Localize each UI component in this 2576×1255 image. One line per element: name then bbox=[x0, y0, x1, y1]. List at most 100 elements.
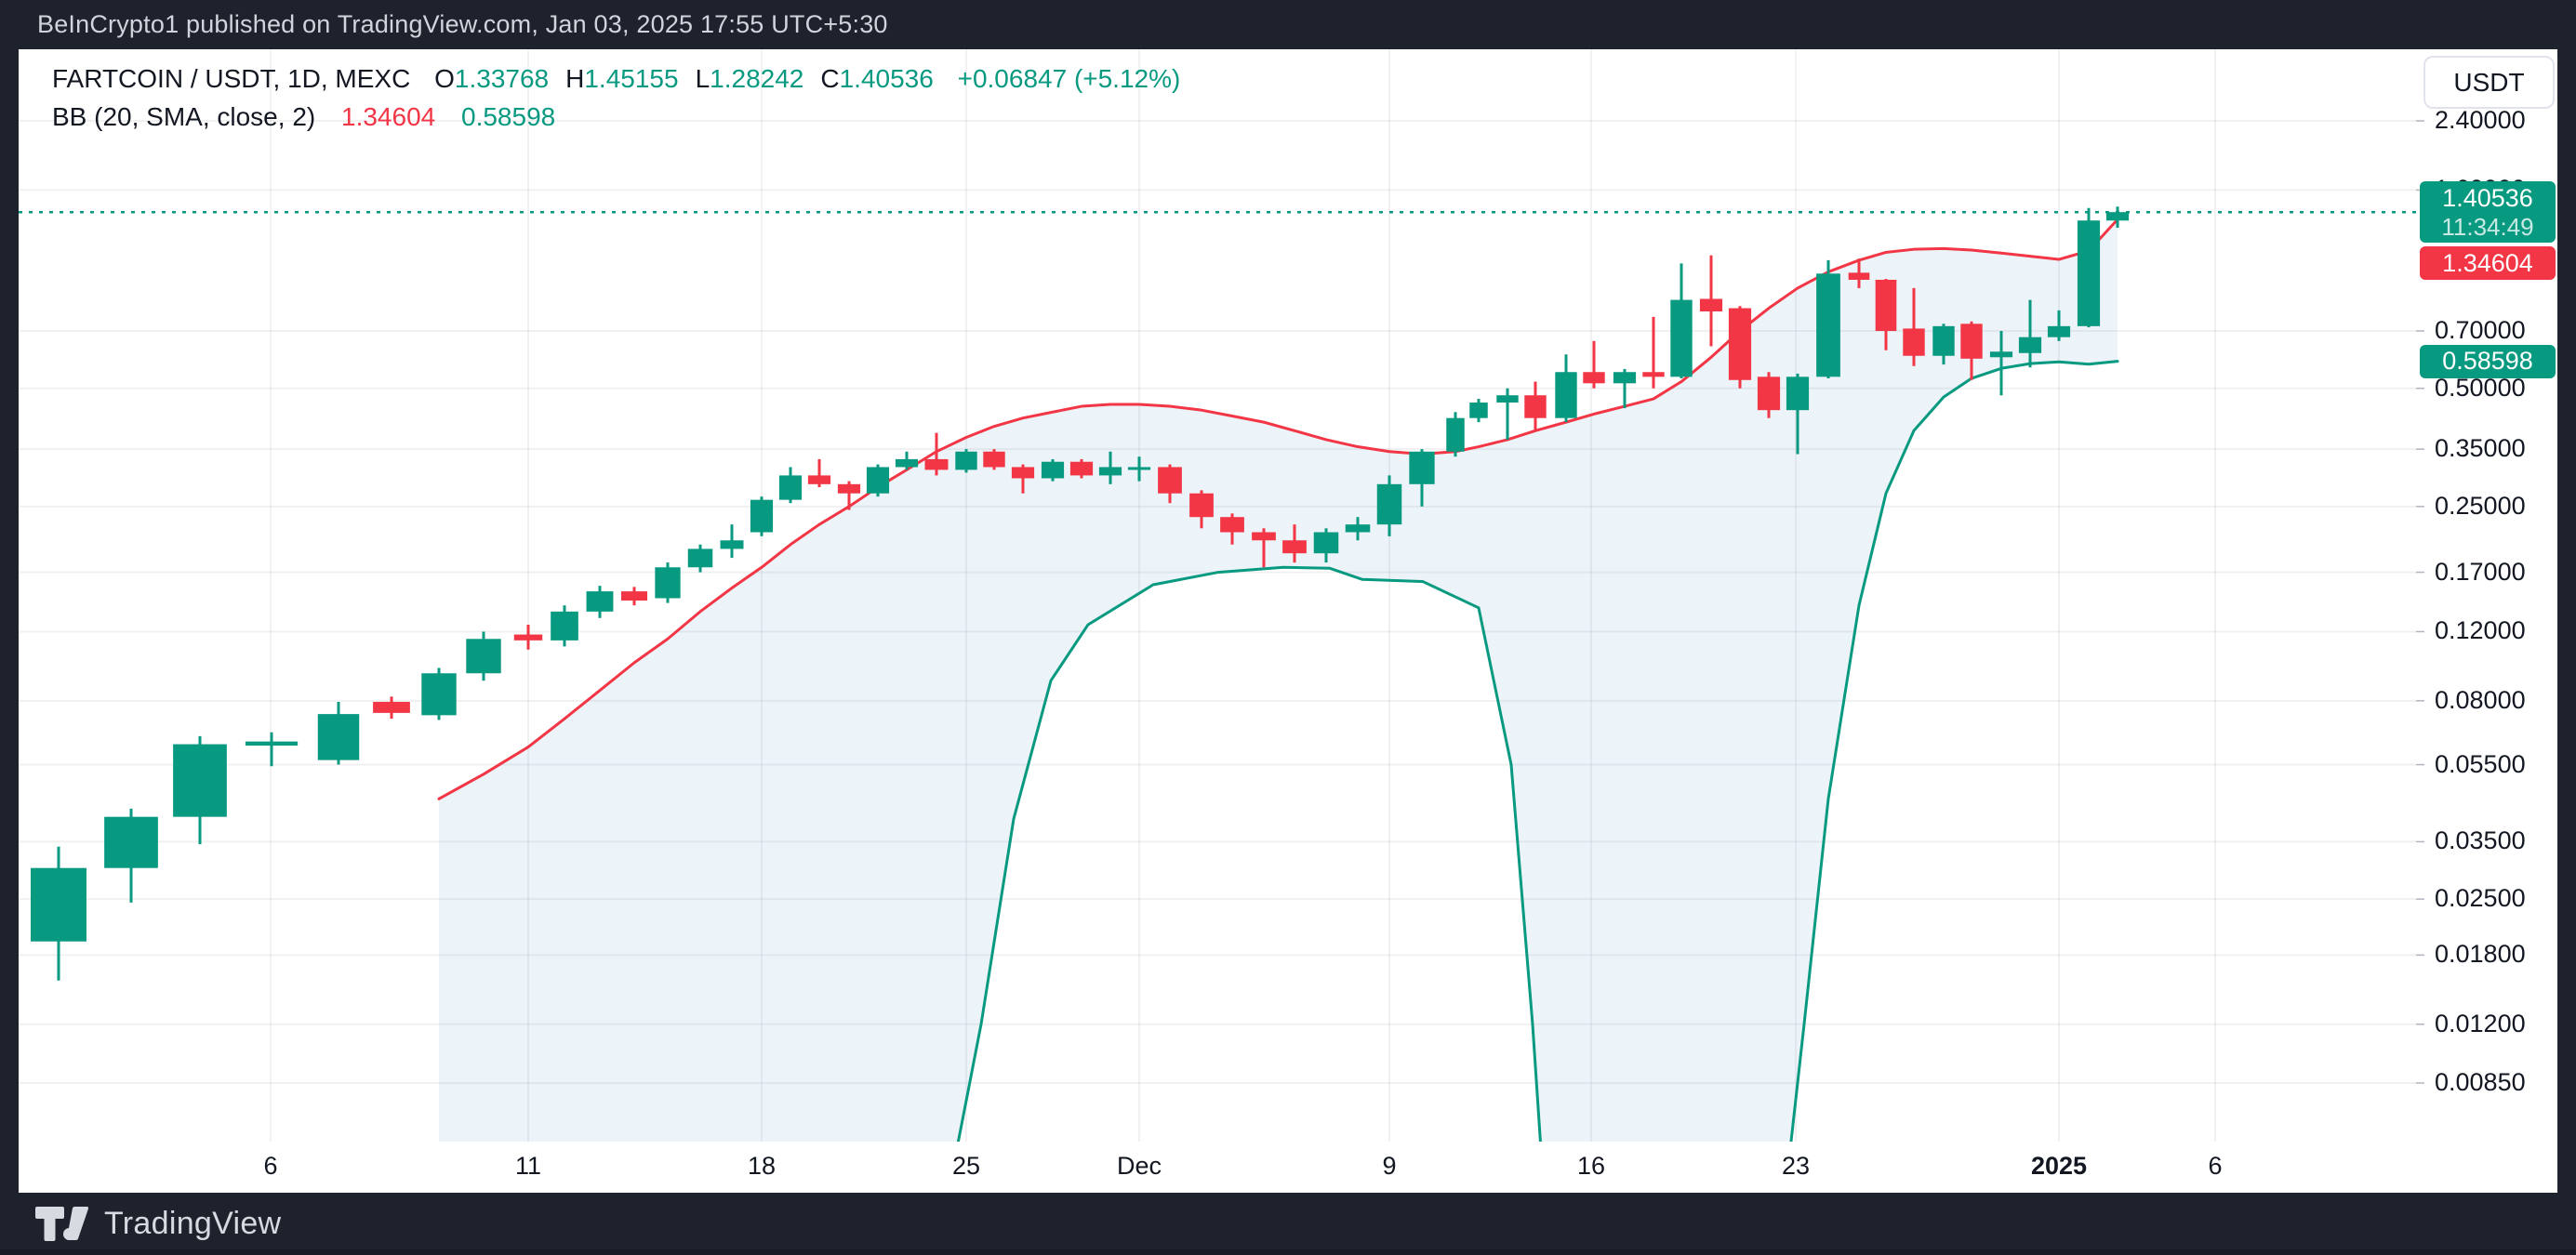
currency-toggle-button[interactable]: USDT bbox=[2423, 56, 2555, 109]
candle bbox=[1446, 412, 1465, 456]
bb-lower-value: 0.58598 bbox=[461, 102, 555, 131]
candle-body bbox=[514, 635, 542, 641]
candle-body bbox=[1700, 298, 1722, 311]
candle-body bbox=[246, 742, 298, 746]
candle-body bbox=[1314, 533, 1339, 554]
candle-body bbox=[1446, 418, 1465, 452]
candle-body bbox=[1282, 540, 1307, 553]
ohlc-label: H bbox=[565, 64, 584, 93]
candle-body bbox=[1220, 517, 1244, 532]
candle-body bbox=[373, 702, 410, 713]
ohlc-value: 1.28242 bbox=[710, 64, 803, 93]
ohlc-value: 1.40536 bbox=[840, 64, 934, 93]
time-axis-label: 2025 bbox=[2031, 1152, 2087, 1181]
candle-body bbox=[655, 567, 680, 598]
candle bbox=[246, 733, 298, 766]
candle bbox=[1729, 306, 1751, 388]
candle bbox=[173, 736, 227, 844]
bb-lower-badge: 0.58598 bbox=[2420, 345, 2556, 378]
candle bbox=[421, 667, 456, 720]
candle-body bbox=[1346, 524, 1371, 532]
candle bbox=[621, 587, 647, 605]
bb-basis-value: 1.34604 bbox=[341, 102, 435, 131]
time-axis-label: Dec bbox=[1117, 1152, 1162, 1181]
legend-indicator-row[interactable]: BB (20, SMA, close, 2) 1.34604 0.58598 bbox=[52, 98, 1180, 136]
candle-body bbox=[896, 459, 918, 468]
time-axis-label: 23 bbox=[1782, 1152, 1810, 1181]
price-axis-label: 0.70000 bbox=[2435, 316, 2526, 345]
candle-body bbox=[1903, 328, 1924, 355]
candle-body bbox=[2106, 212, 2129, 220]
tradingview-published-chart: BeInCrypto1 published on TradingView.com… bbox=[0, 0, 2576, 1255]
candlestick-chart-canvas[interactable] bbox=[19, 49, 2557, 1193]
candle bbox=[104, 809, 158, 903]
price-axis-label: 0.35000 bbox=[2435, 434, 2526, 463]
price-axis-label: 0.01200 bbox=[2435, 1010, 2526, 1038]
candle-body bbox=[1128, 467, 1150, 469]
bb-basis-badge: 1.34604 bbox=[2420, 246, 2556, 280]
candle bbox=[655, 562, 680, 602]
price-axis-label: 0.03500 bbox=[2435, 826, 2526, 855]
candle-body bbox=[1670, 300, 1692, 377]
candle-body bbox=[621, 591, 647, 601]
ohlc-label: C bbox=[820, 64, 839, 93]
candle-body bbox=[31, 868, 86, 942]
tradingview-brand-text[interactable]: TradingView bbox=[104, 1206, 281, 1242]
last-price-badge: 1.40536 11:34:49 bbox=[2420, 181, 2556, 243]
candle bbox=[779, 467, 802, 503]
candle-body bbox=[838, 484, 860, 494]
candle bbox=[551, 605, 578, 646]
candle-body bbox=[2019, 337, 2041, 353]
candle bbox=[1583, 341, 1604, 389]
indicator-title[interactable]: BB (20, SMA, close, 2) bbox=[52, 102, 315, 131]
candle-body bbox=[1642, 372, 1664, 376]
candle-body bbox=[1849, 272, 1870, 280]
candle-body bbox=[104, 817, 158, 868]
bottom-edge-strip bbox=[0, 1249, 2576, 1255]
time-axis-label: 16 bbox=[1577, 1152, 1605, 1181]
candle-body bbox=[1758, 376, 1780, 410]
candle bbox=[2078, 208, 2100, 327]
footer-bar: TradingView bbox=[0, 1193, 2576, 1255]
candle-body bbox=[1990, 351, 2012, 357]
price-axis-label: 0.05500 bbox=[2435, 750, 2526, 779]
candle-body bbox=[1012, 467, 1034, 478]
time-axis-label: 18 bbox=[748, 1152, 776, 1181]
candle-body bbox=[587, 591, 614, 612]
candle bbox=[1555, 354, 1576, 422]
candle-body bbox=[867, 467, 889, 493]
ohlc-values: O1.33768H1.45155L1.28242C1.40536 bbox=[418, 64, 934, 93]
candle-body bbox=[1409, 452, 1434, 484]
candle-body bbox=[1469, 403, 1488, 418]
candle-body bbox=[2048, 326, 2070, 337]
candle bbox=[318, 702, 359, 765]
price-axis-label: 0.17000 bbox=[2435, 558, 2526, 587]
candle bbox=[1070, 459, 1093, 479]
last-price-value: 1.40536 bbox=[2442, 184, 2533, 213]
candle-body bbox=[688, 548, 713, 567]
candle-body bbox=[1496, 395, 1518, 403]
candle bbox=[867, 465, 889, 497]
candle-body bbox=[1524, 395, 1546, 417]
legend-symbol-row[interactable]: FARTCOIN / USDT, 1D, MEXC O1.33768H1.451… bbox=[52, 59, 1180, 98]
candle bbox=[1816, 260, 1840, 378]
candle-body bbox=[551, 612, 578, 641]
plot-area[interactable] bbox=[19, 49, 2416, 1192]
candle bbox=[466, 631, 500, 680]
tradingview-logo-icon[interactable] bbox=[35, 1207, 89, 1241]
candle bbox=[721, 524, 744, 558]
candle-body bbox=[750, 500, 773, 533]
ohlc-value: 1.33768 bbox=[455, 64, 549, 93]
publish-info-bar: BeInCrypto1 published on TradingView.com… bbox=[0, 0, 2576, 49]
candle bbox=[1700, 256, 1722, 347]
candle bbox=[983, 449, 1004, 469]
symbol-title[interactable]: FARTCOIN / USDT, 1D, MEXC bbox=[52, 64, 410, 93]
candle bbox=[896, 452, 918, 470]
candle bbox=[514, 625, 542, 650]
candle bbox=[808, 459, 830, 487]
chart-panel: FARTCOIN / USDT, 1D, MEXC O1.33768H1.451… bbox=[19, 49, 2557, 1193]
candle-body bbox=[955, 452, 976, 470]
candle-body bbox=[1583, 372, 1604, 383]
candle bbox=[1469, 399, 1488, 422]
candle bbox=[2106, 206, 2129, 228]
